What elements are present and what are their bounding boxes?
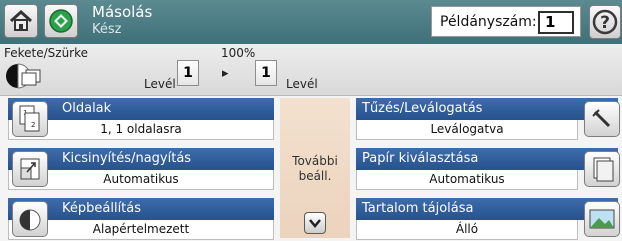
more-settings-line2: beáll. — [298, 169, 332, 183]
copies-field[interactable]: Példányszám: 1 — [431, 6, 581, 37]
contrast-icon — [19, 209, 41, 231]
image-adjust-option[interactable]: Képbeállítás Alapértelmezett — [8, 198, 274, 240]
more-settings-button[interactable]: További beáll. — [280, 98, 350, 238]
help-button[interactable]: ? — [589, 5, 621, 39]
staple-icon[interactable] — [584, 101, 620, 137]
duplex-icon: 1 2 — [19, 105, 40, 132]
start-icon — [49, 9, 73, 33]
title-bar: Másolás Kész Példányszám: 1 ? — [0, 0, 622, 44]
finishing-value: Leválogatva — [356, 120, 578, 140]
orientation-icon[interactable] — [584, 201, 620, 237]
staple-glyph — [592, 109, 611, 128]
paper-size-left: Levél — [144, 77, 176, 91]
resize-icon — [20, 158, 40, 180]
copies-input[interactable]: 1 — [538, 11, 574, 34]
more-settings-label: További beáll. — [280, 154, 350, 184]
paper-tray-icon[interactable] — [584, 151, 620, 187]
chevron-down-icon[interactable] — [304, 212, 326, 234]
reduce-enlarge-option[interactable]: Kicsinyítés/nagyítás Automatikus — [8, 148, 274, 190]
copies-label: Példányszám: — [440, 14, 537, 30]
home-icon — [9, 9, 33, 31]
sides-output-box: 1 — [255, 60, 277, 86]
sides-icon[interactable]: 1 2 — [12, 101, 48, 137]
orientation-value: Álló — [356, 220, 578, 240]
paper-select-title: Papír kiválasztása — [356, 148, 618, 170]
orientation-title: Tartalom tájolása — [356, 198, 618, 220]
home-button[interactable] — [4, 4, 38, 38]
reduce-enlarge-icon[interactable] — [12, 151, 48, 187]
settings-summary: Fekete/Szürke 100% Levél 1 ▸ 1 Levél — [0, 44, 622, 96]
mono-copy-icon — [6, 63, 41, 89]
finishing-title: Tűzés/Leválogatás — [356, 98, 618, 120]
more-settings-line1: További — [292, 154, 338, 168]
status-text: Kész — [92, 22, 122, 37]
help-icon: ? — [592, 9, 618, 35]
orientation-option[interactable]: Tartalom tájolása Álló — [356, 198, 620, 240]
paper-glyph — [593, 157, 614, 182]
app-title: Másolás — [92, 3, 153, 21]
chevron-down-glyph — [309, 219, 321, 228]
sides-option[interactable]: Oldalak 1, 1 oldalasra 1 2 — [8, 98, 274, 140]
landscape-picture-glyph — [589, 209, 615, 229]
zoom-text: 100% — [221, 46, 256, 60]
start-copy-button[interactable] — [44, 4, 78, 38]
paper-size-right: Levél — [286, 77, 318, 91]
paper-select-option[interactable]: Papír kiválasztása Automatikus — [356, 148, 620, 190]
svg-text:?: ? — [600, 13, 610, 33]
svg-text:2: 2 — [31, 121, 35, 129]
arrow-icon: ▸ — [222, 66, 229, 81]
color-mode-text: Fekete/Szürke — [4, 46, 89, 60]
image-adjust-icon[interactable] — [12, 201, 48, 237]
finishing-option[interactable]: Tűzés/Leválogatás Leválogatva — [356, 98, 620, 140]
paper-select-value: Automatikus — [356, 170, 578, 190]
sides-source-box: 1 — [177, 60, 199, 86]
